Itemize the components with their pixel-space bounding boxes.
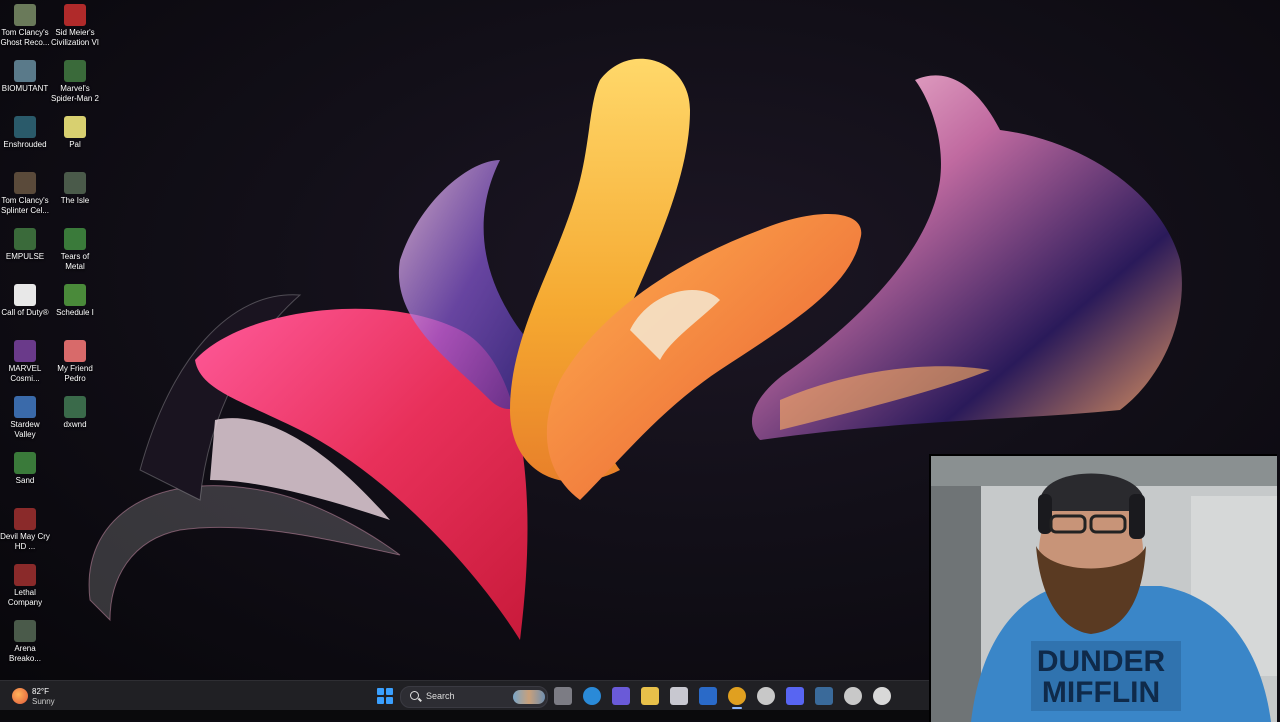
file-icon (14, 284, 36, 306)
arena-breakout-icon (14, 620, 36, 642)
desktop-shortcut-label: Arena Breako... (8, 644, 41, 663)
taskbar-search[interactable]: Search (400, 686, 548, 708)
steam-icon[interactable] (815, 687, 833, 705)
desktop-shortcut[interactable]: Pal (50, 112, 100, 150)
desktop-shortcut-label: Sand (15, 476, 35, 485)
desktop-shortcut-label: BIOMUTANT (1, 84, 49, 93)
desktop-shortcut-label: Call of Duty® (1, 308, 49, 317)
start-button[interactable] (376, 687, 394, 705)
desktop-shortcut[interactable]: dxwnd (50, 392, 100, 430)
desktop-shortcut[interactable]: Arena Breako... (0, 616, 50, 664)
screen-bottom-edge (0, 710, 929, 720)
windows-logo-icon (377, 688, 384, 695)
devil-may-cry-icon (14, 508, 36, 530)
ghost-recon-icon (14, 4, 36, 26)
desktop-shortcut[interactable]: EMPULSE (0, 224, 50, 262)
weather-condition: Sunny (32, 697, 55, 706)
dxwnd-icon (64, 396, 86, 418)
store-icon[interactable] (670, 687, 688, 705)
tears-of-metal-icon (64, 228, 86, 250)
desktop-shortcut-label: Marvel's Spider-Man 2 (50, 84, 100, 103)
desktop-shortcut-label: dxwnd (63, 420, 87, 429)
desktop-shortcut[interactable]: Tom Clancy's Ghost Reco... (0, 0, 50, 48)
webcam-overlay: DUNDER MIFFLIN (929, 454, 1277, 722)
desktop-shortcut[interactable]: Tom Clancy's Splinter Cel... (0, 168, 50, 216)
desktop-shortcut-label: My Friend Pedro (57, 364, 93, 383)
desktop-shortcut-label: MARVEL Cosmi... (8, 364, 42, 383)
weather-temperature: 82°F (32, 687, 49, 696)
desktop-shortcut-label: Sid Meier's Civilization VI (50, 28, 99, 47)
obs-icon[interactable] (873, 687, 891, 705)
desktop-shortcut-label: Tom Clancy's Splinter Cel... (0, 196, 50, 215)
marvel-cosmic-icon (14, 340, 36, 362)
streamer-webcam-image: DUNDER MIFFLIN (931, 456, 1277, 722)
desktop-shortcut[interactable]: Call of Duty® (0, 280, 50, 318)
palworld-icon (64, 116, 86, 138)
weather-widget[interactable]: 82°F Sunny (12, 685, 72, 707)
search-icon (410, 691, 419, 700)
desktop-shortcut-label: Pal (69, 140, 81, 149)
desktop-shortcut-label: Stardew Valley (10, 420, 40, 439)
active-app-indicator (732, 707, 742, 709)
outlook-icon[interactable] (699, 687, 717, 705)
search-placeholder: Search (426, 691, 455, 701)
lethal-company-icon (14, 564, 36, 586)
taskbar: 82°F Sunny Search (0, 680, 929, 711)
folder-icon[interactable] (641, 687, 659, 705)
enshrouded-icon (14, 116, 36, 138)
biomutant-icon (14, 60, 36, 82)
desktop-shortcut[interactable]: Enshrouded (0, 112, 50, 150)
desktop-shortcut-label: The Isle (60, 196, 90, 205)
search-highlight-image (513, 690, 545, 704)
desktop-shortcut[interactable]: Sid Meier's Civilization VI (50, 0, 100, 48)
pedro-icon (64, 340, 86, 362)
desktop-shortcut[interactable]: Schedule I (50, 280, 100, 318)
desktop-shortcut[interactable]: Marvel's Spider-Man 2 (50, 56, 100, 104)
empulse-icon (14, 228, 36, 250)
schedule-i-icon (64, 284, 86, 306)
the-isle-icon (64, 172, 86, 194)
steelseries-icon[interactable] (757, 687, 775, 705)
desktop-shortcut[interactable]: The Isle (50, 168, 100, 206)
desktop-icon-area: Tom Clancy's Ghost Reco... Sid Meier's Ci… (0, 0, 100, 680)
desktop-shortcut[interactable]: Sand (0, 448, 50, 486)
desktop-shortcut[interactable]: Lethal Company (0, 560, 50, 608)
desktop-shortcut[interactable]: Devil May Cry HD ... (0, 504, 50, 552)
chrome-dev-icon[interactable] (844, 687, 862, 705)
desktop-shortcut-label: Tears of Metal (60, 252, 90, 271)
desktop-shortcut[interactable]: My Friend Pedro (50, 336, 100, 384)
sunny-weather-icon (12, 688, 28, 704)
civilization-icon (64, 4, 86, 26)
desktop-shortcut-label: Enshrouded (3, 140, 47, 149)
desktop-shortcut-label: Lethal Company (7, 588, 43, 607)
desktop-shortcut[interactable]: MARVEL Cosmi... (0, 336, 50, 384)
edge-icon[interactable] (583, 687, 601, 705)
desktop-shortcut[interactable]: Tears of Metal (50, 224, 100, 272)
sand-icon (14, 452, 36, 474)
desktop-shortcut-label: EMPULSE (5, 252, 45, 261)
chrome-icon[interactable] (728, 687, 746, 705)
desktop-shortcut[interactable]: BIOMUTANT (0, 56, 50, 94)
splinter-cell-icon (14, 172, 36, 194)
file-explorer-icon[interactable] (554, 687, 572, 705)
svg-text:DUNDER: DUNDER (1037, 645, 1166, 678)
discord-icon[interactable] (786, 687, 804, 705)
copilot-icon[interactable] (612, 687, 630, 705)
spiderman-icon (64, 60, 86, 82)
svg-text:MIFFLIN: MIFFLIN (1042, 676, 1160, 709)
stardew-icon (14, 396, 36, 418)
desktop-shortcut-label: Tom Clancy's Ghost Reco... (0, 28, 50, 47)
desktop-shortcut-label: Schedule I (56, 308, 94, 317)
desktop-shortcut[interactable]: Stardew Valley (0, 392, 50, 440)
desktop-shortcut-label: Devil May Cry HD ... (0, 532, 50, 551)
